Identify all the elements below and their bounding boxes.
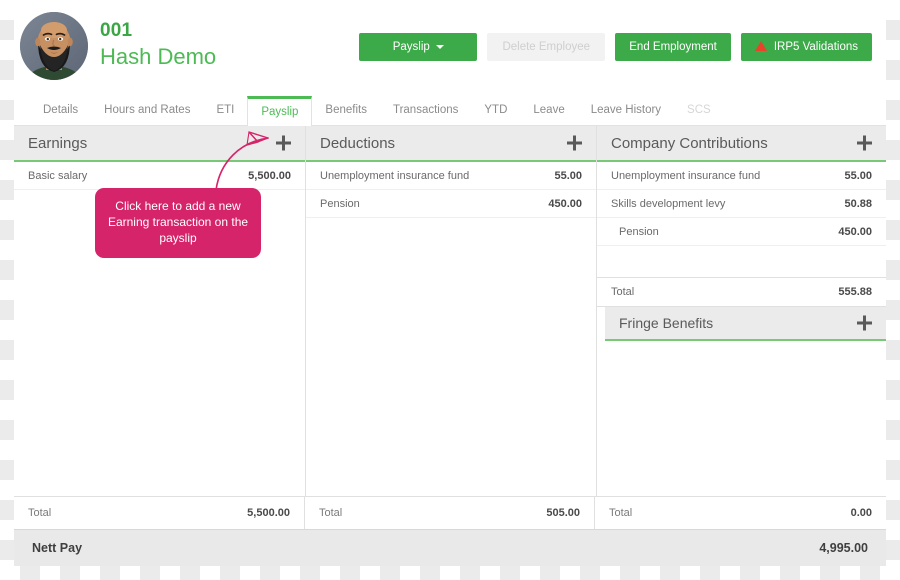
earnings-total-label: Total [28,507,52,519]
empty-spacer [597,246,886,277]
tab-ytd[interactable]: YTD [471,96,520,125]
payslip-dropdown-button[interactable]: Payslip [359,33,478,61]
row-value: 50.88 [844,197,872,210]
earnings-total-cell: Total 5,500.00 [14,497,305,529]
tab-hours-and-rates[interactable]: Hours and Rates [91,96,203,125]
row-value: 55.00 [554,169,582,182]
table-row[interactable]: Basic salary 5,500.00 [14,162,305,190]
chevron-down-icon [435,45,444,49]
tab-details[interactable]: Details [30,96,91,125]
deductions-total-value: 505.00 [546,507,580,519]
nett-pay-row: Nett Pay 4,995.00 [14,530,886,566]
add-fringe-benefit-plus-icon[interactable] [857,315,872,331]
payslip-columns: Earnings Basic salary 5,500.00 Deduction… [14,126,886,496]
tab-benefits[interactable]: Benefits [312,96,380,125]
earnings-section-header: Earnings [14,126,305,162]
earnings-title: Earnings [28,134,88,152]
fringe-benefits-rows [597,341,886,496]
employee-id: 001 [100,20,133,41]
employee-tab-bar: Details Hours and Rates ETI Payslip Bene… [14,96,886,126]
nett-pay-value: 4,995.00 [819,541,868,555]
table-row[interactable]: Unemployment insurance fund 55.00 [306,162,596,190]
company-contributions-column: Company Contributions Unemployment insur… [597,126,886,496]
table-row[interactable]: Skills development levy 50.88 [597,190,886,218]
tab-eti[interactable]: ETI [203,96,247,125]
deductions-rows: Unemployment insurance fund 55.00 Pensio… [306,162,596,496]
fringe-benefits-section: Fringe Benefits [597,307,886,496]
annotation-text: Click here to add a new Earning transact… [107,199,249,245]
company-contributions-title: Company Contributions [611,134,768,152]
row-label: Unemployment insurance fund [611,169,761,182]
add-company-contribution-plus-icon[interactable] [857,135,872,151]
tab-leave-history[interactable]: Leave History [578,96,674,125]
row-label: Pension [320,197,360,210]
deductions-total-cell: Total 505.00 [305,497,595,529]
row-value: 450.00 [548,197,582,210]
payslip-panel: Earnings Basic salary 5,500.00 Deduction… [14,126,886,566]
earnings-total-value: 5,500.00 [247,507,290,519]
company-contributions-rows: Unemployment insurance fund 55.00 Skills… [597,162,886,277]
irp5-validations-button[interactable]: IRP5 Validations [740,33,872,61]
table-row[interactable]: Unemployment insurance fund 55.00 [597,162,886,190]
employee-header: 001 Hash Demo Payslip Delete Employee En… [14,0,886,96]
add-earning-plus-icon[interactable] [276,135,291,151]
avatar [20,12,88,80]
warning-triangle-icon [754,41,767,51]
employee-payslip-card: 001 Hash Demo Payslip Delete Employee En… [14,0,886,566]
tab-payslip[interactable]: Payslip [247,96,313,126]
table-row[interactable]: Pension 450.00 [597,218,886,246]
row-label: Skills development levy [611,197,726,210]
annotation-callout: Click here to add a new Earning transact… [95,188,261,258]
end-employment-button[interactable]: End Employment [615,33,731,61]
fringe-benefits-section-header: Fringe Benefits [605,307,886,341]
payslip-dropdown-label: Payslip [392,41,430,53]
delete-employee-button[interactable]: Delete Employee [487,33,606,61]
subtotal-label: Total [611,286,635,298]
add-deduction-plus-icon[interactable] [567,135,582,151]
row-value: 5,500.00 [248,169,291,182]
row-value: 450.00 [838,225,872,238]
nett-pay-label: Nett Pay [32,541,83,555]
irp5-validations-label: IRP5 Validations [773,41,858,53]
deductions-total-label: Total [319,507,343,519]
fringe-benefits-title: Fringe Benefits [619,315,714,331]
totals-row: Total 5,500.00 Total 505.00 Total 0.00 [14,496,886,530]
earnings-column: Earnings Basic salary 5,500.00 [14,126,306,496]
tab-transactions[interactable]: Transactions [380,96,471,125]
tab-scs: SCS [687,104,711,116]
fringe-benefits-total-label: Total [609,507,633,519]
subtotal-value: 555.88 [838,286,872,298]
row-label: Pension [619,225,659,238]
fringe-benefits-total-value: 0.00 [850,507,872,519]
header-action-buttons: Payslip Delete Employee End Employment I… [359,33,872,61]
deductions-column: Deductions Unemployment insurance fund 5… [306,126,597,496]
row-label: Unemployment insurance fund [320,169,470,182]
table-row[interactable]: Pension 450.00 [306,190,596,218]
company-contributions-subtotal: Total 555.88 [597,277,886,307]
tab-leave[interactable]: Leave [520,96,577,125]
deductions-section-header: Deductions [306,126,596,162]
row-value: 55.00 [844,169,872,182]
deductions-title: Deductions [320,134,396,152]
employee-name: Hash Demo [100,44,217,69]
company-contributions-section-header: Company Contributions [597,126,886,162]
fringe-benefits-total-cell: Total 0.00 [595,497,886,529]
row-label: Basic salary [28,169,88,182]
